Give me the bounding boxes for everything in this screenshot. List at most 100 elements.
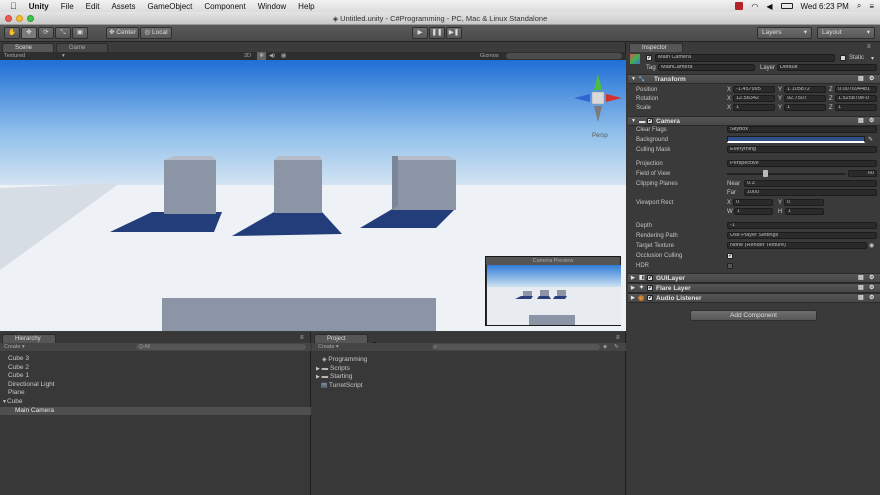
help-book-icon[interactable]: ▤ [858,294,864,303]
pivot-local-toggle[interactable]: ◎ Local [140,27,172,39]
cube-3[interactable] [392,160,456,210]
menu-component[interactable]: Component [204,2,245,11]
menu-clock[interactable]: Wed 6:23 PM [801,2,849,11]
layers-dropdown[interactable]: Layers ▾ [757,27,812,39]
2d-toggle[interactable]: 2D [244,52,251,60]
menu-help[interactable]: Help [298,2,314,11]
panel-menu-icon[interactable]: ≡ [867,44,871,50]
target-texture-field[interactable]: None (Render Texture) [727,242,867,249]
minimize-window-button[interactable] [16,15,23,22]
fov-field[interactable]: 60 [848,170,877,177]
wifi-icon[interactable]: ◠ [751,2,758,11]
camera-enabled-checkbox[interactable] [647,117,653,126]
menu-gameobject[interactable]: GameObject [147,2,192,11]
gizmos-dropdown[interactable]: Gizmos [480,52,499,60]
project-folder-scripts[interactable]: ▶ ▬ Scripts [312,365,350,374]
hierarchy-item-plane[interactable]: Plane [0,389,311,398]
project-root-programming[interactable]: ◈ Programming [312,356,367,365]
hierarchy-item-cube-3[interactable]: Cube 3 [0,355,311,364]
expand-triangle-icon[interactable]: ▶ [631,294,635,303]
project-create-dropdown[interactable]: Create [318,343,335,351]
battery-icon[interactable] [780,3,793,9]
layout-dropdown[interactable]: Layout ▾ [817,27,875,39]
zoom-window-button[interactable] [27,15,34,22]
help-book-icon[interactable]: ▤ [858,117,864,126]
shading-mode-dropdown[interactable]: Textured [4,52,25,60]
gear-icon[interactable]: ⚙ [869,294,874,303]
tag-dropdown[interactable]: MainCamera [658,64,755,71]
add-component-button[interactable]: Add Component [690,310,817,321]
gear-icon[interactable]: ⚙ [869,75,874,84]
hand-tool-button[interactable]: ✋ [4,27,20,39]
volume-icon[interactable]: ◀ [766,2,772,11]
cube-2[interactable] [274,160,322,213]
gear-icon[interactable]: ⚙ [869,284,874,293]
tab-project[interactable]: Project [314,334,368,343]
rect-tool-button[interactable]: ▣ [72,27,88,39]
tab-hierarchy[interactable]: Hierarchy [2,334,56,343]
occlusion-culling-checkbox[interactable] [727,252,733,259]
gear-icon[interactable]: ⚙ [869,274,874,283]
hierarchy-search-input[interactable]: Q-All [136,344,306,350]
menu-edit[interactable]: Edit [86,2,100,11]
flare-layer-component-header[interactable]: ▶ ✦ Flare Layer ▤ ⚙ [628,283,880,293]
move-tool-button[interactable]: ✥ [21,27,37,39]
scale-tool-button[interactable]: ⤡ [55,27,71,39]
menu-unity[interactable]: Unity [29,2,49,11]
eyedropper-icon[interactable]: ✎ [868,136,873,143]
filter-by-label-icon[interactable]: ✎ [614,343,619,351]
menu-assets[interactable]: Assets [111,2,135,11]
scale-x-field[interactable]: 1 [733,104,775,111]
expand-triangle-icon[interactable]: ▼ [631,75,636,84]
culling-mask-dropdown[interactable]: Everything [727,146,877,153]
panel-menu-icon[interactable]: ≡ [300,335,304,341]
effects-toggle-icon[interactable]: ▦ [281,52,286,60]
tab-scene[interactable]: Scene [2,43,54,52]
scale-y-field[interactable]: 1 [784,104,826,111]
hdr-checkbox[interactable] [727,263,733,269]
far-field[interactable]: 1000 [744,189,877,196]
rotation-z-field[interactable]: 1.525879e-0 [835,95,877,102]
projection-dropdown[interactable]: Perspective [727,160,877,167]
tab-inspector[interactable]: Inspector [629,43,683,52]
hierarchy-create-dropdown[interactable]: Create [4,343,21,351]
background-color-swatch[interactable] [727,136,865,143]
expand-triangle-icon[interactable]: ▶ [631,274,635,283]
scene-viewport[interactable]: Persp Camera Preview [0,60,626,331]
fov-slider-thumb[interactable] [763,170,768,177]
transform-component-header[interactable]: ▼ ⤡ Transform ▤ ⚙ [628,74,880,84]
camera-component-header[interactable]: ▼ ▬ Camera ▤ ⚙ [628,116,880,126]
flare-layer-enabled-checkbox[interactable] [647,284,653,293]
rotation-y-field[interactable]: 92.7507 [784,95,826,102]
chevron-down-icon[interactable]: ▾ [871,55,874,62]
hierarchy-item-cube-1[interactable]: Cube 1 [0,372,311,381]
rotation-x-field[interactable]: 12.58342 [733,95,775,102]
hierarchy-item-cube-2[interactable]: Cube 2 [0,364,311,373]
rotate-tool-button[interactable]: ⟳ [38,27,54,39]
play-button[interactable]: ▶ [412,27,428,39]
help-book-icon[interactable]: ▤ [858,284,864,293]
hierarchy-item-cube[interactable]: ▼Cube [0,398,311,407]
depth-field[interactable]: -1 [727,222,877,229]
near-field[interactable]: 0.3 [744,180,877,187]
close-window-button[interactable] [5,15,12,22]
layer-dropdown[interactable]: Default [777,64,877,71]
help-book-icon[interactable]: ▤ [858,274,864,283]
pivot-center-toggle[interactable]: ✥ Center [106,27,139,39]
spotlight-search-icon[interactable]: ⌕ [857,1,861,11]
panel-menu-icon[interactable]: ≡ [616,335,620,341]
gameobject-name-field[interactable]: Main Camera [655,54,835,62]
viewport-w-field[interactable]: 1 [734,208,773,215]
hierarchy-item-directional-light[interactable]: Directional Light [0,381,311,390]
hierarchy-item-main-camera[interactable]: Main Camera [0,406,311,416]
static-checkbox[interactable] [840,55,846,61]
apple-menu-icon[interactable]:  [10,1,17,11]
gear-icon[interactable]: ⚙ [869,117,874,126]
viewport-y-field[interactable]: 0 [784,199,824,206]
cube-1[interactable] [164,160,216,214]
rendering-path-dropdown[interactable]: Use Player Settings [727,232,877,239]
pause-button[interactable]: ❚❚ [429,27,445,39]
object-picker-icon[interactable]: ◉ [869,242,874,249]
scene-search-input[interactable] [506,53,622,59]
audio-listener-enabled-checkbox[interactable] [647,294,653,303]
